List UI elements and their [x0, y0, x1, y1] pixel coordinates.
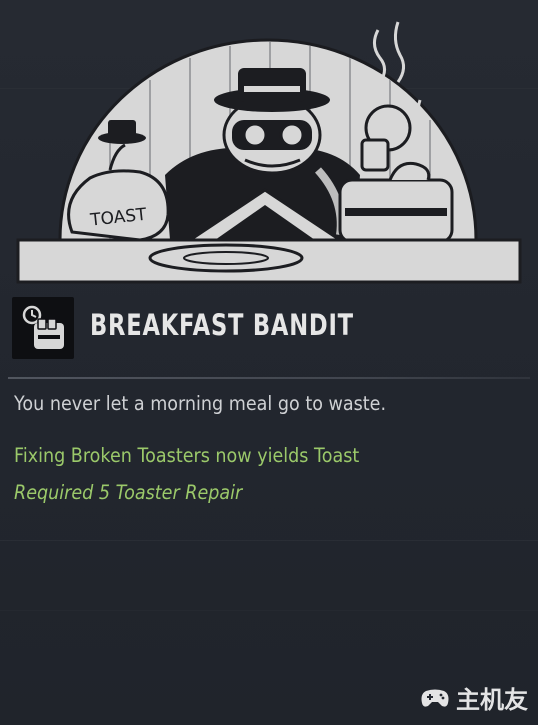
texture-line: [0, 610, 538, 611]
toaster-icon: [12, 297, 74, 359]
watermark-text: 主机友: [456, 686, 528, 714]
perk-description: You never let a morning meal go to waste…: [14, 392, 387, 415]
gamepad-icon: [421, 689, 449, 707]
watermark: 主机友: [420, 680, 528, 715]
perk-title: BREAKFAST BANDIT: [90, 308, 354, 342]
perk-illustration: TOAST: [16, 21, 522, 284]
perk-effect: Fixing Broken Toasters now yields Toast: [14, 444, 360, 467]
perk-card: TOAST BREAKFAST BANDIT You never let a m…: [0, 0, 538, 725]
texture-line: [0, 540, 538, 541]
perk-requirement: Required 5 Toaster Repair: [14, 481, 243, 504]
divider: [8, 377, 530, 379]
